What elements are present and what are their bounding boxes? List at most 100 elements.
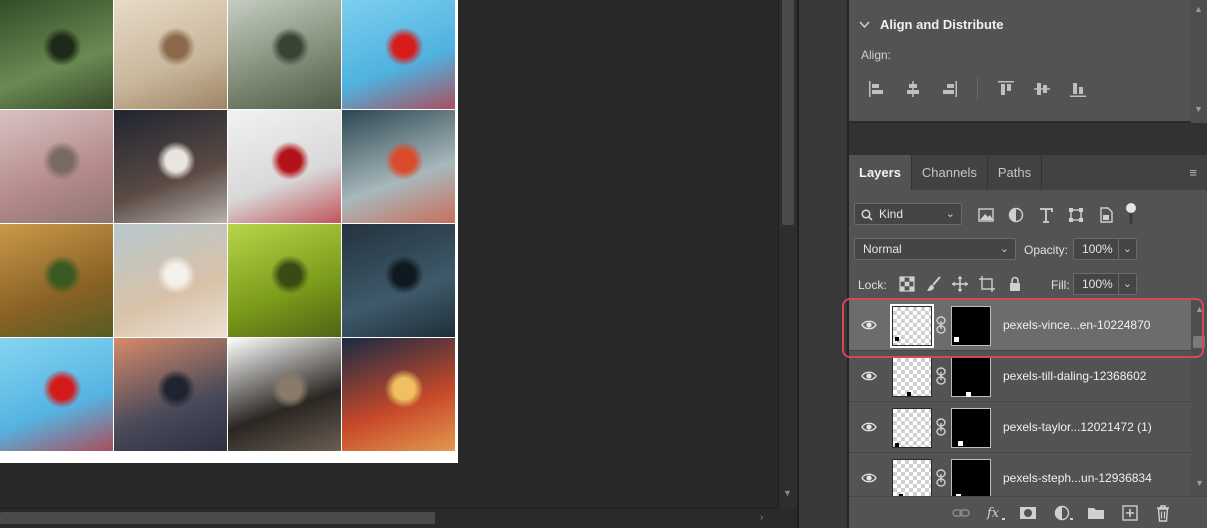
opacity-label: Opacity: xyxy=(1024,243,1069,257)
chevron-down-icon[interactable]: ⌄ xyxy=(1117,274,1132,294)
align-left-edges-icon[interactable] xyxy=(867,79,887,99)
visibility-eye-icon[interactable] xyxy=(861,368,877,384)
layer-mask-thumbnail[interactable] xyxy=(951,408,991,448)
link-layers-icon[interactable] xyxy=(952,504,970,522)
align-separator xyxy=(977,78,978,100)
thumbnail-content-mark xyxy=(895,337,899,341)
layer-thumbnail[interactable] xyxy=(892,357,932,397)
opacity-field[interactable]: 100% ⌄ xyxy=(1073,238,1137,260)
blend-mode-dropdown[interactable]: Normal ⌄ xyxy=(854,238,1016,260)
layers-panel: Layers Channels Paths ≡ Kind ⌄ Normal ⌄ xyxy=(849,155,1207,528)
scrollbar-corner xyxy=(778,508,797,528)
align-panel-header[interactable]: Align and Distribute xyxy=(859,17,1004,32)
lock-all-icon[interactable] xyxy=(1006,275,1024,293)
shape-layer-filter-icon[interactable] xyxy=(1067,206,1085,224)
fill-value: 100% xyxy=(1082,277,1113,291)
layer-name[interactable]: pexels-vince...en-10224870 xyxy=(1003,318,1150,332)
mask-content-mark xyxy=(954,337,959,342)
mask-link-chain-icon[interactable] xyxy=(935,367,947,385)
align-bottom-edges-icon[interactable] xyxy=(1068,79,1088,99)
document-canvas[interactable] xyxy=(0,0,458,463)
scroll-up-arrow-icon[interactable]: ▲ xyxy=(1194,4,1203,14)
mask-link-chain-icon[interactable] xyxy=(935,316,947,334)
visibility-eye-icon[interactable] xyxy=(861,317,877,333)
visibility-eye-icon[interactable] xyxy=(861,470,877,486)
layer-list-scrollbar[interactable]: ▲ ▼ xyxy=(1191,300,1207,496)
align-panel-scrollbar[interactable]: ▲ ▼ xyxy=(1191,0,1207,123)
smart-object-filter-icon[interactable] xyxy=(1097,206,1115,224)
layer-style-fx-icon[interactable]: fx xyxy=(985,504,1007,522)
photo-tile-chairs-room xyxy=(114,0,227,109)
layer-mask-thumbnail[interactable] xyxy=(951,357,991,397)
photo-tile-night-street xyxy=(342,338,455,451)
type-layer-filter-icon[interactable] xyxy=(1037,206,1055,224)
layer-thumbnail[interactable] xyxy=(892,459,932,496)
adjustment-layer-filter-icon[interactable] xyxy=(1007,206,1025,224)
lock-image-pixels-brush-icon[interactable] xyxy=(925,275,943,293)
filter-kind-value: Kind xyxy=(879,207,904,221)
panel-dock-gutter xyxy=(797,0,849,528)
layer-thumbnail[interactable] xyxy=(892,408,932,448)
scroll-down-arrow-icon[interactable]: ▼ xyxy=(783,488,792,498)
layer-name[interactable]: pexels-steph...un-12936834 xyxy=(1003,471,1152,485)
visibility-eye-icon[interactable] xyxy=(861,419,877,435)
layer-mask-thumbnail[interactable] xyxy=(951,306,991,346)
layer-mask-thumbnail[interactable] xyxy=(951,459,991,496)
canvas-vertical-scrollbar[interactable]: ▼ xyxy=(778,0,797,508)
new-layer-icon[interactable] xyxy=(1121,504,1139,522)
align-vertical-centers-icon[interactable] xyxy=(1032,79,1052,99)
layer-row[interactable]: pexels-steph...un-12936834 xyxy=(849,453,1191,496)
tab-layers[interactable]: Layers xyxy=(849,155,912,190)
align-right-edges-icon[interactable] xyxy=(939,79,959,99)
photo-tile-green-seats xyxy=(228,224,341,337)
right-panel-dock: Align and Distribute Align: ▲ ▼ Layers C… xyxy=(849,0,1207,528)
layer-row[interactable]: pexels-vince...en-10224870 xyxy=(849,300,1191,351)
delete-layer-trash-icon[interactable] xyxy=(1154,504,1172,522)
thumbnail-content-mark xyxy=(895,443,899,447)
mask-link-chain-icon[interactable] xyxy=(935,418,947,436)
align-top-edges-icon[interactable] xyxy=(996,79,1016,99)
photo-tile-ship-railing xyxy=(342,110,455,223)
photo-tile-lake-forest xyxy=(0,0,113,109)
chevron-down-icon[interactable]: ⌄ xyxy=(1117,239,1132,259)
filter-toggle-icon[interactable] xyxy=(1125,202,1137,226)
layer-name[interactable]: pexels-till-daling-12368602 xyxy=(1003,369,1146,383)
scroll-up-arrow-icon[interactable]: ▲ xyxy=(1195,304,1204,314)
canvas-area[interactable] xyxy=(0,0,778,508)
layer-filter-dropdown[interactable]: Kind ⌄ xyxy=(854,203,962,225)
photo-tile-red-flower-water xyxy=(342,0,455,109)
vertical-scroll-thumb[interactable] xyxy=(782,0,794,225)
tab-paths[interactable]: Paths xyxy=(988,155,1043,190)
panel-tabs: Layers Channels Paths xyxy=(849,155,1207,190)
layer-thumbnail[interactable] xyxy=(890,304,934,348)
photo-tile-pink-chairs xyxy=(0,110,113,223)
lock-transparent-pixels-icon[interactable] xyxy=(898,275,916,293)
add-layer-mask-icon[interactable] xyxy=(1019,504,1037,522)
scroll-down-arrow-icon[interactable]: ▼ xyxy=(1195,478,1204,488)
new-group-folder-icon[interactable] xyxy=(1087,504,1105,522)
photo-tile-desert-woman xyxy=(114,224,227,337)
chevron-down-icon: ⌄ xyxy=(999,243,1009,255)
photo-tile-cherries-plate xyxy=(228,110,341,223)
layer-name[interactable]: pexels-taylor...12021472 (1) xyxy=(1003,420,1152,434)
mask-link-chain-icon[interactable] xyxy=(935,469,947,487)
layer-row[interactable]: pexels-taylor...12021472 (1) xyxy=(849,402,1191,453)
pixel-layer-filter-icon[interactable] xyxy=(977,206,995,224)
svg-text:fx: fx xyxy=(986,506,1000,521)
chevron-down-icon: ⌄ xyxy=(945,208,955,220)
canvas-horizontal-scrollbar[interactable]: › xyxy=(0,508,778,528)
horizontal-scroll-thumb[interactable] xyxy=(0,512,435,524)
align-horizontal-centers-icon[interactable] xyxy=(903,79,923,99)
scroll-right-arrow-icon[interactable]: › xyxy=(760,512,763,523)
tab-channels[interactable]: Channels xyxy=(912,155,988,190)
lock-position-move-icon[interactable] xyxy=(951,275,969,293)
panel-menu-icon[interactable]: ≡ xyxy=(1189,165,1197,180)
new-adjustment-layer-icon[interactable] xyxy=(1053,504,1075,522)
layer-scroll-thumb[interactable] xyxy=(1193,336,1205,348)
fill-field[interactable]: 100% ⌄ xyxy=(1073,273,1137,295)
lock-artboard-icon[interactable] xyxy=(978,275,996,293)
scroll-down-arrow-icon[interactable]: ▼ xyxy=(1194,104,1203,114)
layer-row[interactable]: pexels-till-daling-12368602 xyxy=(849,351,1191,402)
chevron-down-icon[interactable] xyxy=(859,20,870,29)
fill-label: Fill: xyxy=(1051,278,1070,292)
